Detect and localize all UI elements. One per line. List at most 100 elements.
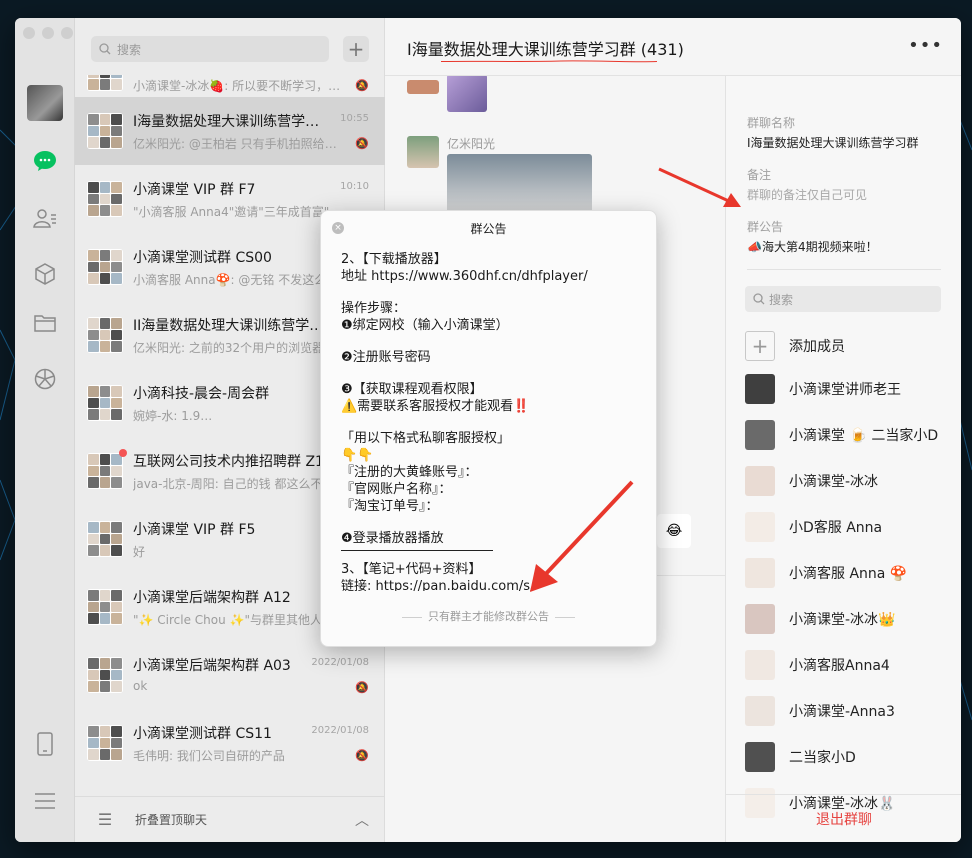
message-bubble[interactable]: 😂: [657, 514, 691, 548]
announcement-line: 2、【下载播放器】: [341, 252, 447, 267]
member-row[interactable]: 小滴课堂-冰冰👑: [745, 603, 955, 635]
member-search-input[interactable]: 搜索: [745, 286, 941, 312]
announcement-line: 操作步骤：: [341, 301, 407, 316]
list-icon: ☰: [97, 810, 113, 829]
group-avatar: [87, 725, 123, 761]
announcement-line: 『官网账户名称』：: [341, 482, 452, 497]
fold-pinned-chats[interactable]: ☰ 折叠置顶聊天 ︿: [75, 796, 385, 842]
fold-label: 折叠置顶聊天: [135, 813, 208, 827]
member-row[interactable]: 二当家小D: [745, 741, 955, 773]
member-avatar: [745, 604, 775, 634]
notice-label: 群公告: [747, 220, 784, 234]
group-avatar: [87, 589, 123, 625]
member-name: 小滴课堂-冰冰👑: [789, 612, 896, 628]
member-avatar: [745, 512, 775, 542]
muted-bell-icon: 🔕: [355, 681, 369, 694]
divider: [402, 616, 422, 618]
group-name-value[interactable]: I海量数据处理大课训练营学习群: [747, 134, 919, 151]
announcement-line: 👇👇: [341, 448, 374, 463]
more-options-button[interactable]: •••: [908, 35, 943, 56]
group-avatar: [87, 75, 123, 91]
phone-icon[interactable]: [32, 731, 58, 757]
member-row[interactable]: 小滴课堂 🍺 二当家小D: [745, 419, 955, 451]
search-placeholder: 搜索: [117, 42, 142, 57]
add-member-label: 添加成员: [789, 339, 845, 355]
sender-name: 亿米阳光: [447, 137, 496, 151]
member-row[interactable]: 小滴课堂-Anna3: [745, 695, 955, 727]
chat-time: 10:55: [340, 113, 369, 124]
chat-preview: 婉婷-水: 1.9…: [133, 409, 213, 423]
divider: [341, 550, 493, 551]
sender-avatar: [407, 136, 439, 168]
quit-group-button[interactable]: 退出群聊: [726, 794, 961, 842]
group-avatar: [87, 181, 123, 217]
chat-preview: 亿米阳光: @王柏岩 只有手机拍照给你…: [133, 137, 343, 151]
chat-time: 2022/01/08: [311, 657, 369, 668]
dialog-title: 群公告: [470, 221, 507, 236]
group-avatar: [87, 113, 123, 149]
chat-preview: "小滴客服 Anna4"邀请"三年成首富"…: [133, 205, 342, 219]
chat-list-item[interactable]: 小滴课堂后端架构群 A03 2022/01/08 ok 🔕: [75, 641, 385, 709]
chat-preview: 亿米阳光: 之前的32个用户的浏览器…: [133, 341, 337, 355]
member-name: 小滴客服Anna4: [789, 658, 890, 674]
notice-value[interactable]: 📣海大第4期视频来啦！: [747, 238, 878, 255]
contacts-icon[interactable]: [32, 205, 58, 231]
member-name: 小滴课堂-Anna3: [789, 704, 895, 720]
announcement-line: 『淘宝订单号』：: [341, 499, 439, 514]
member-row[interactable]: 小D客服 Anna: [745, 511, 955, 543]
my-avatar[interactable]: [27, 85, 63, 121]
emoji-text: 😂: [665, 523, 683, 539]
group-avatar: [87, 385, 123, 421]
announcement-line: ⚠️需要联系客服授权才能观看‼️: [341, 399, 530, 414]
chat-name: 小滴课堂测试群 CS00: [133, 250, 272, 266]
chat-list-item[interactable]: 小滴课堂-冰冰🍓: 所以要不断学习，… 🔕: [75, 75, 385, 97]
member-row[interactable]: 小滴客服Anna4: [745, 649, 955, 681]
chat-name: 小滴课堂 VIP 群 F5: [133, 522, 256, 538]
window-controls: [23, 27, 73, 39]
announcement-dialog: × 群公告 2、【下载播放器】 地址 https://www.360dhf.cn/…: [320, 210, 657, 647]
chat-preview: 毛伟明: 我们公司自研的产品: [133, 749, 285, 763]
sender-avatar: [407, 80, 439, 94]
close-window-button[interactable]: [23, 27, 35, 39]
member-avatar: [745, 742, 775, 772]
chevron-up-icon[interactable]: ︿: [355, 810, 369, 830]
new-chat-button[interactable]: +: [343, 36, 369, 62]
group-avatar: [87, 249, 123, 285]
chat-name: 小滴课堂后端架构群 A12: [133, 590, 291, 606]
chat-preview: 好: [133, 545, 146, 559]
chat-name: II海量数据处理大课训练营学…: [133, 318, 324, 334]
member-name: 二当家小D: [789, 750, 856, 766]
group-info-panel: 群聊名称 I海量数据处理大课训练营学习群 备注 群聊的备注仅自己可见 群公告 📣…: [725, 76, 961, 842]
member-avatar: [745, 650, 775, 680]
announcement-line: ❶绑定网校（输入小滴课堂）: [341, 318, 509, 333]
chat-time: 10:10: [340, 181, 369, 192]
member-row[interactable]: 小滴课堂讲师老王: [745, 373, 955, 405]
member-avatar: [745, 374, 775, 404]
chat-preview: java-北京-周阳: 自己的钱 都这么不…: [133, 477, 335, 491]
add-member-button[interactable]: + 添加成员: [745, 330, 955, 362]
zoom-window-button[interactable]: [61, 27, 73, 39]
folder-icon[interactable]: [32, 310, 58, 336]
muted-bell-icon: 🔕: [355, 137, 369, 150]
member-name: 小滴课堂 🍺 二当家小D: [789, 428, 939, 444]
chat-list-item[interactable]: I海量数据处理大课训练营学… 10:55 亿米阳光: @王柏岩 只有手机拍照给你… 🔕: [75, 97, 385, 165]
plus-icon: +: [745, 331, 775, 361]
divider: [747, 269, 941, 270]
member-row[interactable]: 小滴客服 Anna 🍄: [745, 557, 955, 589]
remark-value[interactable]: 群聊的备注仅自己可见: [747, 186, 867, 203]
chat-icon[interactable]: [32, 148, 58, 174]
screenshot-image[interactable]: [447, 154, 592, 214]
search-input[interactable]: 搜索: [91, 36, 329, 62]
moments-icon[interactable]: [32, 366, 58, 392]
announcement-content: 2、【下载播放器】 地址 https://www.360dhf.cn/dhfpla…: [341, 251, 641, 591]
sticker-image[interactable]: [447, 74, 487, 112]
member-search-placeholder: 搜索: [769, 292, 794, 307]
cube-icon[interactable]: [32, 261, 58, 287]
group-avatar: [87, 521, 123, 557]
chat-list-item[interactable]: 小滴课堂测试群 CS11 2022/01/08 毛伟明: 我们公司自研的产品 🔕: [75, 709, 385, 777]
menu-icon[interactable]: [32, 788, 58, 814]
member-avatar: [745, 558, 775, 588]
minimize-window-button[interactable]: [42, 27, 54, 39]
member-row[interactable]: 小滴课堂-冰冰: [745, 465, 955, 497]
